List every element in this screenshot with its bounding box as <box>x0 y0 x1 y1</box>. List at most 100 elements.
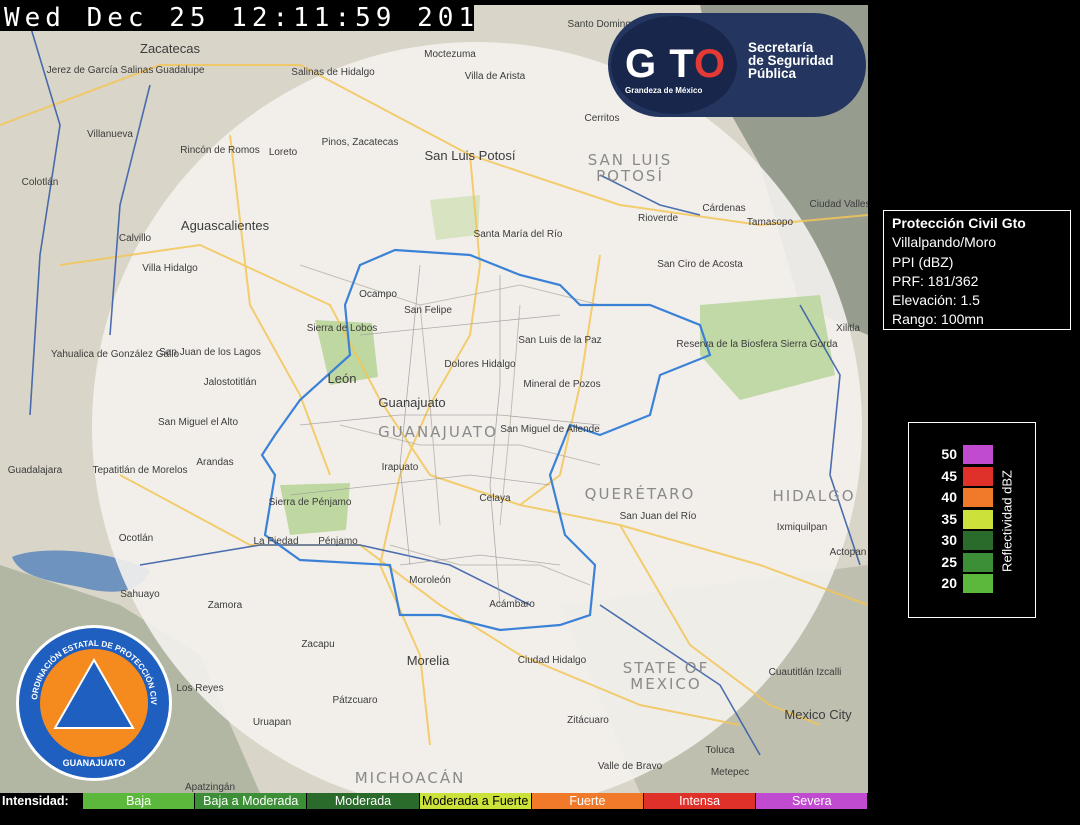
info-elevation: Elevación: 1.5 <box>892 292 980 309</box>
city-label: Pinos, Zacatecas <box>322 137 399 148</box>
city-label: Jalostotitlán <box>204 377 257 388</box>
legend-value: 45 <box>941 467 957 484</box>
reflectivity-legend: 50 45 40 35 30 25 20 Reflectividad dBZ <box>908 422 1036 618</box>
gto-subtitle: Grandeza de México <box>625 86 703 95</box>
timestamp-banner: Wed Dec 25 12:11:59 2019 <box>0 5 474 31</box>
city-label: San Juan del Río <box>620 511 697 522</box>
state-label: HIDALGO <box>772 487 855 505</box>
legend-level-25: 25 <box>933 552 999 573</box>
city-label: Aguascalientes <box>181 218 270 233</box>
city-label: Pénjamo <box>318 536 358 547</box>
secretaria-line-3: Pública <box>748 66 797 81</box>
city-label: Zitácuaro <box>567 715 609 726</box>
secretaria-label: Secretaría de Seguridad Pública <box>748 41 864 81</box>
city-label: Loreto <box>269 147 298 158</box>
city-label: Salinas de Hidalgo <box>291 67 375 78</box>
legend-value: 25 <box>941 553 957 570</box>
city-label: Cárdenas <box>702 203 745 214</box>
pc-logo-emblem: COORDINACIÓN ESTATAL DE PROTECCIÓN CIVIL… <box>19 628 158 768</box>
city-label: Colotlán <box>22 177 59 188</box>
intensity-bar: Intensidad: Baja Baja a Moderada Moderada M… <box>0 793 868 809</box>
city-label: Guanajuato <box>378 395 445 410</box>
legend-swatch <box>963 445 993 464</box>
state-label: POTOSÍ <box>596 166 664 185</box>
intensity-label: Intensidad: <box>2 794 69 808</box>
legend-unit-label: Reflectividad dBZ <box>999 470 1015 572</box>
city-label: Moroleón <box>409 575 451 586</box>
city-label: Sierra de Pénjamo <box>269 497 352 508</box>
radar-info-box: Protección Civil Gto Villalpando/Moro PP… <box>883 210 1071 330</box>
city-label: Apatzingán <box>185 782 235 793</box>
city-label: Xilitla <box>836 323 860 334</box>
city-label: Rincón de Romos <box>180 145 259 156</box>
intensity-moderada: Moderada <box>307 793 419 809</box>
city-label: Sierra de Lobos <box>307 323 378 334</box>
legend-level-20: 20 <box>933 574 999 594</box>
city-label: Toluca <box>706 745 735 756</box>
city-label: Arandas <box>196 457 233 468</box>
radar-map[interactable]: SAN LUIS POTOSÍ GUANAJUATO QUERÉTARO HIDALGO… <box>0 5 868 793</box>
legend-value: 20 <box>941 575 957 591</box>
legend-level-40: 40 <box>933 488 999 508</box>
gto-logo: G TO Grandeza de México Secretaría de Se… <box>608 13 866 117</box>
legend-swatch <box>963 552 993 572</box>
intensity-baja: Baja <box>83 793 195 809</box>
state-label: QUERÉTARO <box>585 484 696 503</box>
city-label: Irapuato <box>382 462 419 473</box>
city-label: Ciudad Hidalgo <box>518 655 587 666</box>
legend-level-35: 35 <box>933 509 999 530</box>
city-label: San Felipe <box>404 305 452 316</box>
intensity-intensa: Intensa <box>644 793 756 809</box>
info-product: PPI (dBZ) <box>892 253 954 270</box>
city-label: San Miguel el Alto <box>158 417 238 428</box>
city-label: Jerez de García Salinas <box>47 65 154 76</box>
city-label: Tamasopo <box>747 217 794 228</box>
city-label: Mexico City <box>784 707 852 722</box>
city-label: La Piedad <box>253 536 298 547</box>
city-label: Zacapu <box>301 639 334 650</box>
city-label: Cuautitlán Izcalli <box>769 667 842 678</box>
pc-logo-bottom-text: GUANAJUATO <box>63 758 126 768</box>
legend-level-30: 30 <box>933 531 999 551</box>
state-label: MICHOACÁN <box>355 768 466 787</box>
legend-level-50: 50 <box>933 445 999 465</box>
city-label: Metepec <box>711 767 749 778</box>
gto-brand: G TO <box>625 42 727 86</box>
info-radar: Villalpando/Moro <box>892 234 997 251</box>
legend-swatch <box>963 531 993 550</box>
city-label: Pátzcuaro <box>332 695 377 706</box>
intensity-fuerte: Fuerte <box>531 793 643 809</box>
state-label: GUANAJUATO <box>378 423 498 441</box>
legend-value: 35 <box>941 510 957 527</box>
proteccion-civil-logo: COORDINACIÓN ESTATAL DE PROTECCIÓN CIVIL… <box>16 625 172 781</box>
info-range: Rango: 100mn <box>892 311 984 328</box>
city-label: León <box>328 371 357 386</box>
state-label: MEXICO <box>630 675 701 693</box>
legend-value: 50 <box>941 446 957 462</box>
legend-level-45: 45 <box>933 466 999 487</box>
info-title: Protección Civil Gto <box>892 215 1026 231</box>
city-label: Rioverde <box>638 213 678 224</box>
city-label: Ocampo <box>359 289 397 300</box>
legend-swatch <box>963 466 993 486</box>
city-label: Ocotlán <box>119 533 153 544</box>
gto-emblem: G TO Grandeza de México <box>611 16 737 114</box>
legend-value: 40 <box>941 489 957 505</box>
city-label: Mineral de Pozos <box>523 379 600 390</box>
intensity-moderada-a-fuerte: Moderada a Fuerte <box>419 793 531 809</box>
city-label: Morelia <box>407 653 450 668</box>
city-label: Reserva de la Biosfera Sierra Gorda <box>676 339 838 350</box>
city-label: Acámbaro <box>489 599 535 610</box>
legend-swatch <box>963 509 993 529</box>
city-label: Uruapan <box>253 717 291 728</box>
city-label: San Luis Potosí <box>424 148 515 163</box>
city-label: Tepatitlán de Morelos <box>92 465 187 476</box>
city-label: San Miguel de Allende <box>500 424 600 435</box>
city-label: Villa de Arista <box>465 71 526 82</box>
city-label: Zacatecas <box>140 41 200 56</box>
city-label: Sahuayo <box>120 589 160 600</box>
legend-value: 30 <box>941 532 957 548</box>
city-label: Celaya <box>479 493 511 504</box>
city-label: Cerritos <box>584 113 619 124</box>
legend-swatch <box>963 574 993 593</box>
